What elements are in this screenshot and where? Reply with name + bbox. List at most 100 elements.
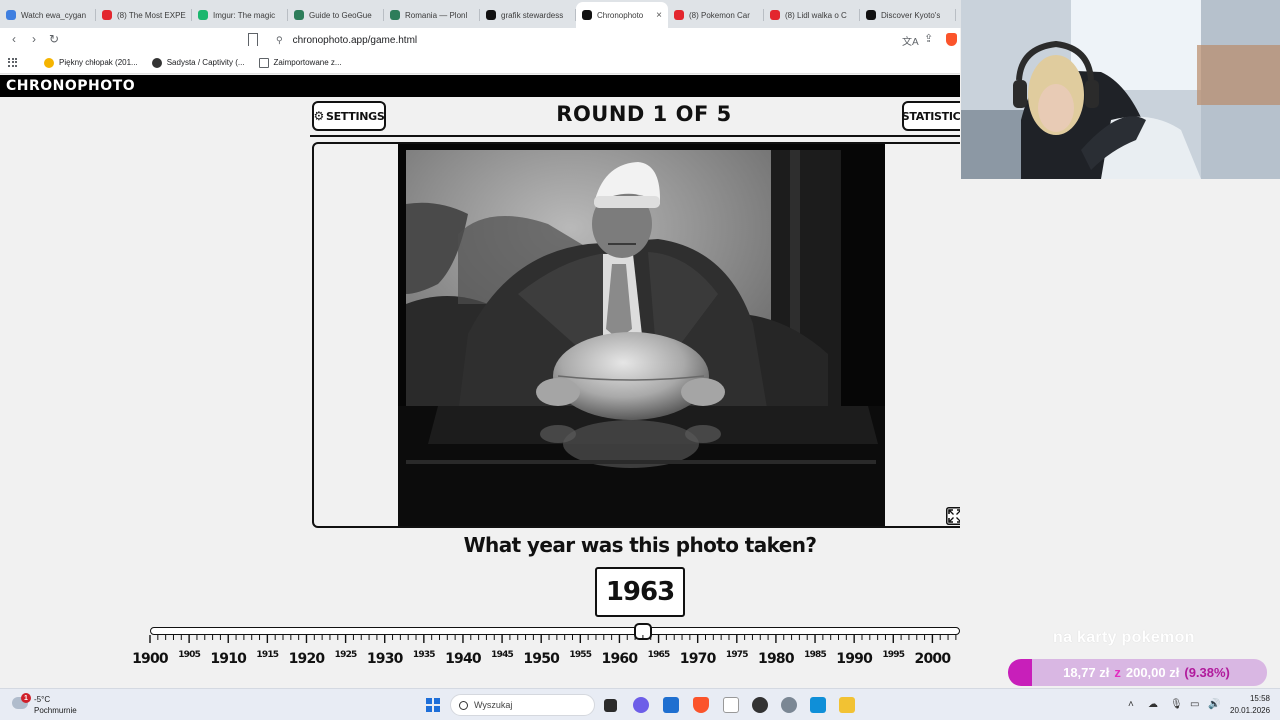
url-text: chronophoto.app/game.html bbox=[292, 34, 418, 46]
apps-grid-icon[interactable] bbox=[8, 57, 18, 68]
scale-label: 1975 bbox=[726, 650, 748, 660]
bookmark-favicon-icon bbox=[44, 57, 54, 68]
scale-label: 1990 bbox=[836, 651, 873, 667]
scale-label: 1995 bbox=[882, 650, 904, 660]
settings-app-icon[interactable] bbox=[781, 697, 797, 713]
scale-label: 1915 bbox=[256, 650, 278, 660]
tab-label: (8) Pokemon Car bbox=[689, 10, 750, 20]
browser-tab[interactable]: Imgur: The magic bbox=[192, 2, 288, 28]
back-arrow-icon[interactable]: ‹ bbox=[6, 32, 22, 46]
scale-label: 1970 bbox=[680, 651, 717, 667]
bookmark-favicon-icon bbox=[151, 57, 162, 68]
webcam-overlay bbox=[961, 0, 1280, 179]
scale-label: 1910 bbox=[210, 651, 247, 667]
bookmark-folder[interactable]: Zaimportowane z... bbox=[258, 57, 342, 68]
scale-label: 1980 bbox=[758, 651, 795, 667]
scale-label: 1900 bbox=[132, 651, 169, 667]
browser-tab[interactable]: Discover Kyoto's bbox=[860, 2, 956, 28]
bookmark-page-icon[interactable] bbox=[248, 33, 258, 46]
year-slider-track[interactable] bbox=[150, 627, 960, 635]
microphone-icon[interactable]: 🎙 bbox=[1170, 699, 1183, 710]
volume-icon[interactable]: 🔊 bbox=[1208, 699, 1220, 710]
weather-temperature[interactable]: -5°C bbox=[34, 695, 50, 704]
translate-icon[interactable]: 文A bbox=[902, 33, 919, 48]
browser-tab[interactable]: (8) The Most EXPE bbox=[96, 2, 192, 28]
scale-label: 1920 bbox=[289, 651, 326, 667]
notepad-icon[interactable] bbox=[723, 697, 739, 713]
browser-tab[interactable]: Watch ewa_cygan bbox=[0, 2, 96, 28]
settings-label: SETTINGS bbox=[325, 109, 385, 123]
browser-tab[interactable]: (8) Lidl walka o C bbox=[764, 2, 860, 28]
tab-label: Discover Kyoto's bbox=[881, 10, 941, 20]
display-icon[interactable]: ▭ bbox=[1190, 699, 1199, 710]
browser-tab[interactable]: Romania — Plonl bbox=[384, 2, 480, 28]
scale-label: 1945 bbox=[491, 650, 513, 660]
search-placeholder: Wyszukaj bbox=[474, 700, 513, 710]
game-page: CHRONOPHOTO ⚙ SETTINGS ROUND 1 OF 5 STAT… bbox=[0, 75, 960, 688]
tab-favicon-icon bbox=[674, 10, 684, 20]
url-field[interactable]: ⚲ chronophoto.app/game.html bbox=[268, 31, 958, 49]
file-explorer-icon[interactable] bbox=[839, 697, 855, 713]
tab-favicon-icon bbox=[294, 10, 304, 20]
tab-label: Chronophoto bbox=[597, 10, 644, 20]
scale-label: 1925 bbox=[335, 650, 357, 660]
weather-description[interactable]: Pochmurnie bbox=[34, 706, 77, 715]
gear-icon: ⚙ bbox=[313, 109, 325, 123]
scale-label: 1955 bbox=[569, 650, 591, 660]
tab-favicon-icon bbox=[866, 10, 876, 20]
reload-icon[interactable]: ↻ bbox=[46, 32, 62, 46]
scale-label: 1940 bbox=[445, 651, 482, 667]
store-icon[interactable] bbox=[663, 697, 679, 713]
cloud-sync-icon[interactable]: ☁ bbox=[1148, 699, 1158, 710]
scale-label: 2000 bbox=[915, 651, 952, 667]
tab-favicon-icon bbox=[582, 10, 592, 20]
chevron-up-icon[interactable]: ˄ bbox=[1128, 699, 1134, 710]
statistics-button[interactable]: STATISTICS bbox=[902, 101, 960, 131]
tab-label: Imgur: The magic bbox=[213, 10, 276, 20]
obs-icon[interactable] bbox=[752, 697, 768, 713]
browser-tab-active[interactable]: Chronophoto × bbox=[576, 2, 668, 28]
forward-arrow-icon[interactable]: › bbox=[26, 32, 42, 46]
tab-favicon-icon bbox=[770, 10, 780, 20]
brave-browser-icon[interactable] bbox=[693, 697, 709, 713]
goal-percent: (9.38%) bbox=[1184, 665, 1230, 680]
fullscreen-icon[interactable] bbox=[946, 507, 960, 525]
copilot-icon[interactable] bbox=[633, 697, 649, 713]
windows-start-icon[interactable] bbox=[426, 698, 440, 712]
goal-separator: z bbox=[1114, 665, 1121, 680]
clock-date[interactable]: 20.01.2026 bbox=[1230, 706, 1270, 715]
clock-time[interactable]: 15:58 bbox=[1230, 694, 1270, 703]
bookmark-item[interactable]: Sadysta / Captivity (... bbox=[151, 57, 245, 68]
selected-year-display[interactable]: 1963 bbox=[595, 567, 685, 617]
donation-goal-text: 18,77 zł z 200,00 zł (9.38%) bbox=[1008, 659, 1267, 686]
tab-label: grafik stewardess bbox=[501, 10, 564, 20]
browser-tab[interactable]: grafik stewardess bbox=[480, 2, 576, 28]
scale-label: 1935 bbox=[413, 650, 435, 660]
notification-badge: 1 bbox=[21, 693, 31, 703]
site-logo[interactable]: CHRONOPHOTO bbox=[6, 78, 135, 94]
round-title: ROUND 1 OF 5 bbox=[556, 102, 732, 126]
settings-button[interactable]: ⚙ SETTINGS bbox=[312, 101, 386, 131]
statistics-label: STATISTICS bbox=[901, 109, 960, 123]
tab-favicon-icon bbox=[102, 10, 112, 20]
tab-favicon-icon bbox=[390, 10, 400, 20]
tab-favicon-icon bbox=[486, 10, 496, 20]
share-icon[interactable]: ⇪ bbox=[924, 32, 933, 45]
goal-current-amount: 18,77 zł bbox=[1063, 665, 1110, 680]
tab-label: Guide to GeoGue bbox=[309, 10, 372, 20]
browser-tab[interactable]: Guide to GeoGue bbox=[288, 2, 384, 28]
tab-label: (8) Lidl walka o C bbox=[785, 10, 847, 20]
scale-label: 1905 bbox=[178, 650, 200, 660]
site-info-icon[interactable]: ⚲ bbox=[276, 35, 283, 46]
brave-shield-icon[interactable] bbox=[946, 33, 957, 46]
photos-icon[interactable] bbox=[810, 697, 826, 713]
scale-label: 1985 bbox=[804, 650, 826, 660]
browser-tab[interactable]: (8) Pokemon Car bbox=[668, 2, 764, 28]
bookmark-item[interactable]: Piękny chłopak (201... bbox=[44, 57, 138, 68]
donation-goal-bar: 18,77 zł z 200,00 zł (9.38%) bbox=[1008, 659, 1267, 686]
game-header: CHRONOPHOTO bbox=[0, 75, 960, 97]
taskbar-search[interactable]: Wyszukaj bbox=[450, 694, 595, 716]
scale-label: 1950 bbox=[523, 651, 560, 667]
close-tab-icon[interactable]: × bbox=[656, 10, 662, 21]
task-view-icon[interactable] bbox=[604, 699, 617, 712]
